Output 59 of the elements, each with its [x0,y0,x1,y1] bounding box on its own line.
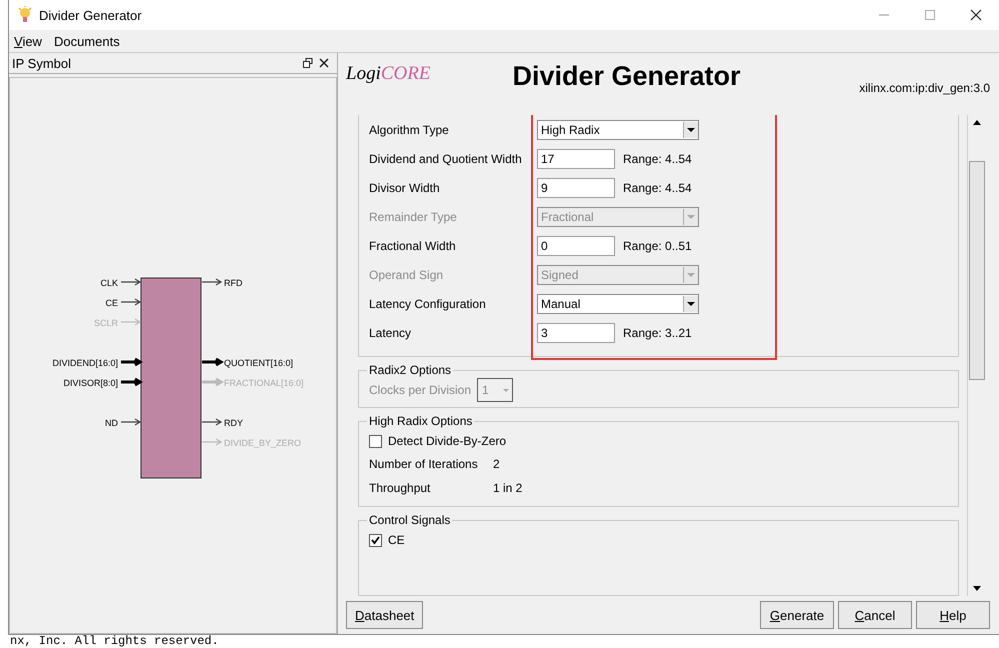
input-field[interactable]: 0 [537,236,615,256]
field-label: Latency Configuration [369,297,487,311]
checkbox-label: Detect Divide-By-Zero [388,434,506,448]
field-label: Divisor Width [369,181,441,195]
output-pin: RFD [201,278,242,288]
bulb-icon [17,6,33,24]
info-label: Throughput [369,481,432,495]
range-text: Range: 4..54 [623,181,692,195]
ip-name: xilinx.com:ip:div_gen:3.0 [859,81,990,95]
caret-icon[interactable] [683,122,698,138]
copyright-text: nx, Inc. All rights reserved. [10,634,219,648]
logo: LogiCORE [346,63,430,85]
dropdown[interactable]: High Radix [537,120,699,140]
caret-icon[interactable] [683,296,698,312]
dialog-button[interactable]: Generate [760,601,834,629]
output-pin: FRACTIONAL[16:0] [200,378,304,388]
input-field[interactable]: 9 [537,178,615,198]
dialog-button[interactable]: Cancel [838,601,912,629]
menu-item[interactable]: View [14,34,42,48]
input-pin: CE [105,298,142,308]
field-label: Fractional Width [369,239,457,253]
close-icon[interactable] [970,9,982,21]
input-field[interactable]: 17 [537,149,615,169]
group-title: Radix2 Options [368,363,452,377]
dropdown[interactable]: Manual [537,294,699,314]
range-text: Range: 3..21 [623,326,692,340]
input-pin: DIVIDEND[16:0] [52,358,143,368]
info-value: 2 [493,457,500,471]
output-pin: RDY [201,418,244,428]
checkbox[interactable] [369,534,382,546]
field-label: Operand Sign [369,268,444,282]
menu-item[interactable]: Documents [54,34,120,48]
close-icon[interactable] [319,58,329,68]
field-label: Dividend and Quotient Width [369,152,523,166]
checkbox[interactable] [369,434,382,448]
page-title: Divider Generator [512,61,741,92]
group-title: High Radix Options [368,414,474,428]
info-label: Number of Iterations [369,457,479,471]
input-pin: ND [105,418,142,428]
field-label: Remainder Type [369,210,458,224]
range-text: Range: 4..54 [623,152,692,166]
panel-title: IP Symbol [12,56,72,70]
group-title: Control Signals [368,513,452,527]
output-pin: DIVIDE_BY_ZERO [201,438,302,448]
range-text: Range: 0..51 [623,239,692,253]
datasheet-button[interactable]: Datasheet [346,601,424,629]
input-pin: CLK [100,278,142,288]
field-label: Latency [369,326,412,340]
window-title: Divider Generator [39,8,142,22]
input-field[interactable]: 3 [537,323,615,343]
field-label: Clocks per Division [369,383,472,397]
input-pin: DIVISOR[8:0] [63,378,143,388]
checkbox-label: CE [388,533,405,547]
restore-icon[interactable] [303,58,313,68]
info-value: 1 in 2 [493,481,522,495]
dialog-button[interactable]: Help [916,601,990,629]
output-pin: QUOTIENT[16:0] [200,358,294,368]
input-pin: SCLR [94,318,142,328]
field-label: Algorithm Type [369,123,450,137]
